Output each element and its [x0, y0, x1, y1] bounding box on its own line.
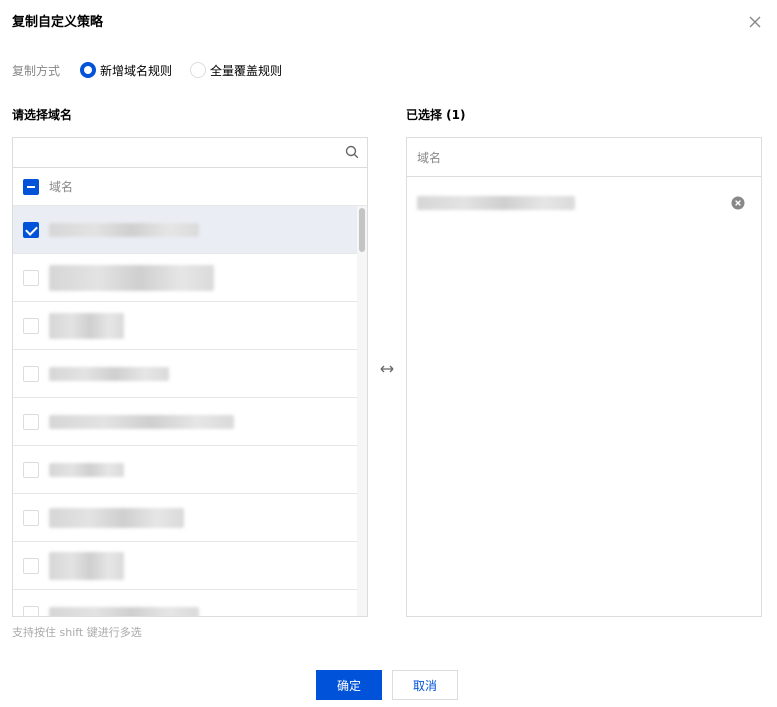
- row-checkbox[interactable]: [23, 269, 39, 286]
- redacted-domain: [49, 462, 124, 477]
- row-checkbox[interactable]: [23, 365, 39, 382]
- radio-label: 新增域名规则: [100, 63, 173, 78]
- cancel-button[interactable]: 取消: [392, 670, 458, 700]
- search-input[interactable]: [21, 143, 341, 163]
- source-title: 请选择域名: [12, 108, 73, 122]
- radio-circle-unchecked: [190, 62, 207, 78]
- source-list: [13, 206, 359, 616]
- multi-select-hint: 支持按住 shift 键进行多选: [12, 626, 142, 639]
- list-item[interactable]: [13, 542, 359, 590]
- selected-list-item: [407, 190, 761, 216]
- source-header-label: 域名: [49, 180, 74, 194]
- radio-full-overwrite-rule[interactable]: 全量覆盖规则: [190, 62, 282, 79]
- row-checkbox[interactable]: [23, 461, 39, 478]
- list-item[interactable]: [13, 494, 359, 542]
- radio-circle-checked: [80, 62, 96, 78]
- close-icon: [749, 16, 761, 28]
- redacted-domain: [49, 606, 199, 616]
- select-all-checkbox[interactable]: [23, 178, 39, 195]
- redacted-domain: [49, 366, 169, 381]
- confirm-button[interactable]: 确定: [316, 670, 382, 700]
- radio-add-domain-rule[interactable]: 新增域名规则: [80, 62, 172, 79]
- transfer-arrows-icon: [380, 365, 394, 373]
- radio-label: 全量覆盖规则: [210, 63, 283, 78]
- row-checkbox[interactable]: [23, 317, 39, 334]
- redacted-domain: [49, 312, 124, 339]
- list-item[interactable]: [13, 590, 359, 616]
- list-item[interactable]: [13, 398, 359, 446]
- row-checkbox[interactable]: [23, 221, 39, 238]
- target-panel: 域名: [406, 137, 762, 617]
- scrollbar-thumb[interactable]: [359, 208, 365, 252]
- dialog-title: 复制自定义策略: [12, 15, 104, 30]
- redacted-domain: [49, 414, 234, 429]
- scrollbar[interactable]: [357, 206, 367, 616]
- redacted-domain: [49, 551, 124, 580]
- copy-mode-row: 复制方式 新增域名规则 全量覆盖规则: [12, 61, 300, 79]
- remove-circle-icon[interactable]: [731, 196, 745, 210]
- source-list-header: 域名: [13, 168, 367, 206]
- list-item[interactable]: [13, 350, 359, 398]
- redacted-domain: [417, 196, 575, 210]
- search-box: [13, 138, 367, 168]
- source-panel: 域名: [12, 137, 368, 617]
- target-title: 已选择 (1): [406, 108, 466, 122]
- list-item[interactable]: [13, 446, 359, 494]
- redacted-domain: [49, 507, 184, 528]
- list-item[interactable]: [13, 302, 359, 350]
- list-item[interactable]: [13, 206, 359, 254]
- copy-mode-label: 复制方式: [12, 63, 61, 78]
- close-button[interactable]: [745, 12, 765, 32]
- target-header-label: 域名: [417, 150, 442, 165]
- target-list-header: 域名: [407, 138, 761, 177]
- search-icon[interactable]: [345, 145, 359, 159]
- row-checkbox[interactable]: [23, 509, 39, 526]
- redacted-domain: [49, 264, 214, 291]
- row-checkbox[interactable]: [23, 413, 39, 430]
- redacted-domain: [49, 222, 199, 237]
- row-checkbox[interactable]: [23, 605, 39, 616]
- list-item[interactable]: [13, 254, 359, 302]
- row-checkbox[interactable]: [23, 557, 39, 574]
